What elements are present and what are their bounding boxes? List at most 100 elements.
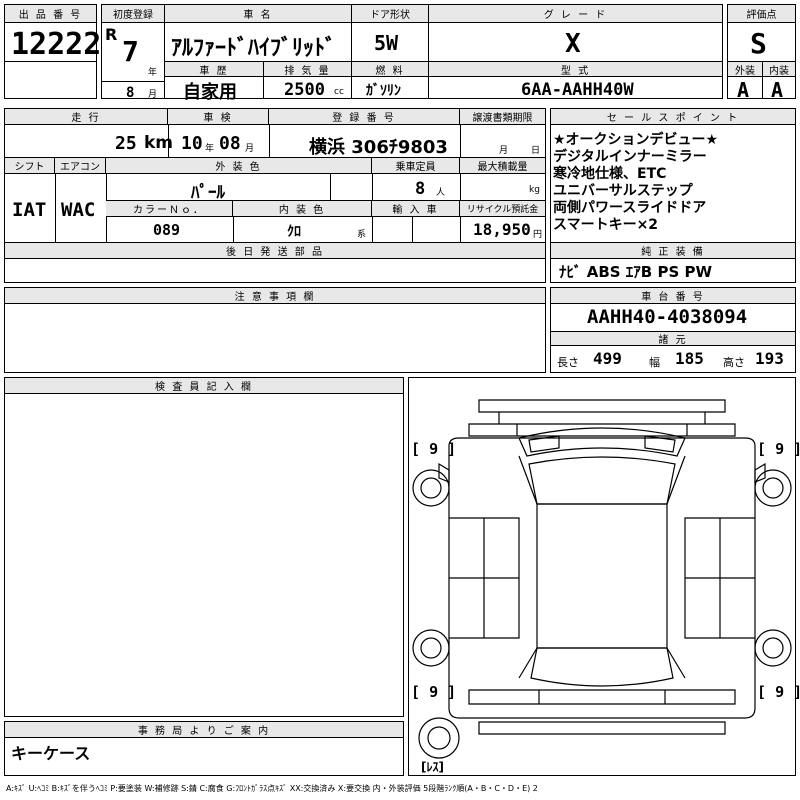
history-box: 車 歴 自家用	[164, 61, 264, 103]
exterior-label: 外装	[728, 62, 762, 77]
fuel-value: ｶﾞｿﾘﾝ	[366, 83, 401, 99]
score-value: S	[750, 27, 767, 60]
height-label: 高さ	[723, 356, 745, 369]
int-color-unit: 系	[357, 230, 367, 240]
exterior-score: A	[737, 78, 750, 102]
inspector-label: 検 査 員 記 入 欄	[5, 378, 403, 394]
displacement-unit: cc	[334, 87, 344, 97]
tire-fl-value: [ 9 ]	[411, 440, 457, 458]
color-no-label: カラーＮｏ．	[106, 201, 233, 217]
recycle-unit: 円	[533, 230, 543, 240]
width-value: 185	[675, 349, 704, 368]
fuel-label: 燃 料	[352, 62, 428, 77]
ac-label: エアコン	[55, 158, 106, 174]
transfer-day-unit: 日	[531, 146, 541, 156]
capacity-value: 8	[415, 179, 426, 199]
tire-rr-value: [ 9 ]	[757, 683, 800, 701]
ac-value: WAC	[61, 199, 96, 221]
lot-label: 出 品 番 号	[5, 5, 96, 23]
displacement-box: 排 気 量 2500 cc	[263, 61, 352, 100]
notes-box: 注 意 事 項 欄	[4, 287, 546, 373]
history-value: 自家用	[183, 82, 237, 103]
era: R	[105, 25, 118, 44]
car-name-box: 車 名 ｱﾙﾌｧｰﾄﾞﾊｲﾌﾞﾘｯﾄﾞ	[164, 4, 352, 62]
lot-number: 12222	[11, 27, 102, 62]
length-label: 長さ	[557, 356, 579, 369]
notes-label: 注 意 事 項 欄	[5, 288, 545, 304]
interior-score: A	[771, 78, 784, 102]
load-label: 最大積載量	[460, 158, 545, 174]
shift-value: IAT	[12, 199, 47, 221]
capacity-unit: 人	[436, 188, 446, 198]
transfer-label: 譲渡書類期限	[460, 109, 545, 125]
first-registration-box: 初度登録 R 7 年 8 月	[101, 4, 165, 101]
model-value: 6AA-AAHH40W	[521, 80, 634, 100]
history-label: 車 歴	[165, 62, 263, 77]
tire-rl-value: [ 9 ]	[411, 683, 457, 701]
office-text: キーケース	[11, 744, 91, 763]
score-label: 評価点	[728, 5, 795, 23]
month-unit: 月	[148, 90, 158, 100]
inspection-year-unit: 年	[205, 144, 215, 154]
specs-label: 諸 元	[551, 332, 795, 346]
damage-legend: A:ｷｽﾞ U:ﾍｺﾐ B:ｷｽﾞを伴うﾍｺﾐ P:要塗装 W:補修跡 S:錆 …	[6, 784, 538, 793]
inspection-label: 車 検	[168, 109, 269, 125]
length-value: 499	[593, 349, 622, 368]
equipment-value: ﾅﾋﾞ ABS ｴｱB PS PW	[559, 263, 713, 281]
model-box: 型 式 6AA-AAHH40W	[428, 61, 723, 100]
car-outline-diagram	[412, 399, 792, 759]
capacity-label: 乗車定員	[372, 158, 460, 174]
inspection-month-unit: 月	[245, 144, 255, 154]
reg-year: 7	[122, 35, 139, 68]
car-name-label: 車 名	[165, 5, 351, 23]
sales-points-label: セ ー ル ス ポ イ ン ト	[551, 109, 795, 125]
lot-box: 出 品 番 号 12222	[4, 4, 101, 99]
recycle-label: リサイクル預託金	[460, 201, 545, 217]
spare-tire-value: [ﾚｽ]	[421, 760, 444, 774]
mileage-label: 走 行	[5, 109, 168, 125]
grade-value: X	[565, 29, 581, 59]
inspection-year: 10	[181, 133, 203, 154]
office-label: 事 務 局 よ り ご 案 内	[5, 722, 403, 738]
door-box: ドア形状 5W	[351, 4, 429, 62]
displacement-label: 排 気 量	[264, 62, 351, 77]
shift-label: シフト	[5, 158, 55, 174]
transfer-month-unit: 月	[499, 146, 509, 156]
chassis-box: 車 台 番 号 AAHH40-4038094 諸 元 長さ 499 幅 185 …	[550, 287, 796, 373]
tire-fr-value: [ 9 ]	[757, 440, 800, 458]
later-parts-label: 後 日 発 送 部 品	[5, 243, 545, 259]
sales-points-box: セ ー ル ス ポ イ ン ト ★オークションデビュー★ デジタルインナーミラー…	[550, 108, 796, 283]
displacement-value: 2500	[284, 80, 325, 100]
exterior-box: 外装 A	[727, 61, 763, 102]
int-color-label: 内 装 色	[233, 201, 372, 217]
info-grid: 走 行 車 検 登 録 番 号 譲渡書類期限 25 km 10 年 08 月 横…	[4, 108, 546, 283]
height-value: 193	[755, 349, 784, 368]
int-color-value: ｸﾛ	[287, 224, 301, 240]
fuel-box: 燃 料 ｶﾞｿﾘﾝ	[351, 61, 429, 99]
chassis-number: AAHH40-4038094	[587, 306, 748, 328]
office-box: 事 務 局 よ り ご 案 内 キーケース	[4, 721, 404, 776]
first-registration-label: 初度登録	[102, 5, 164, 23]
reg-number-label: 登 録 番 号	[269, 109, 460, 125]
year-unit: 年	[148, 68, 158, 78]
model-label: 型 式	[429, 62, 722, 77]
load-unit: kg	[529, 185, 540, 195]
color-label: 外 装 色	[106, 158, 372, 174]
equipment-label: 純 正 装 備	[551, 243, 795, 259]
door-label: ドア形状	[352, 5, 428, 23]
door-value: 5W	[374, 31, 399, 55]
mileage-unit: km	[144, 133, 174, 153]
inspection-month: 08	[219, 133, 241, 154]
mileage-value: 25	[115, 133, 137, 154]
score-box: 評価点 S	[727, 4, 796, 62]
recycle-value: 18,950	[473, 220, 531, 239]
grade-box: グ レ ー ド X	[428, 4, 723, 62]
interior-box: 内装 A	[762, 61, 796, 102]
reg-month: 8	[126, 85, 135, 101]
grade-label: グ レ ー ド	[429, 5, 722, 23]
reg-number: 横浜 306ﾁ9803	[309, 137, 448, 158]
inspector-box: 検 査 員 記 入 欄	[4, 377, 404, 717]
color-no-value: 089	[153, 221, 181, 239]
width-label: 幅	[649, 356, 660, 369]
chassis-label: 車 台 番 号	[551, 288, 795, 304]
